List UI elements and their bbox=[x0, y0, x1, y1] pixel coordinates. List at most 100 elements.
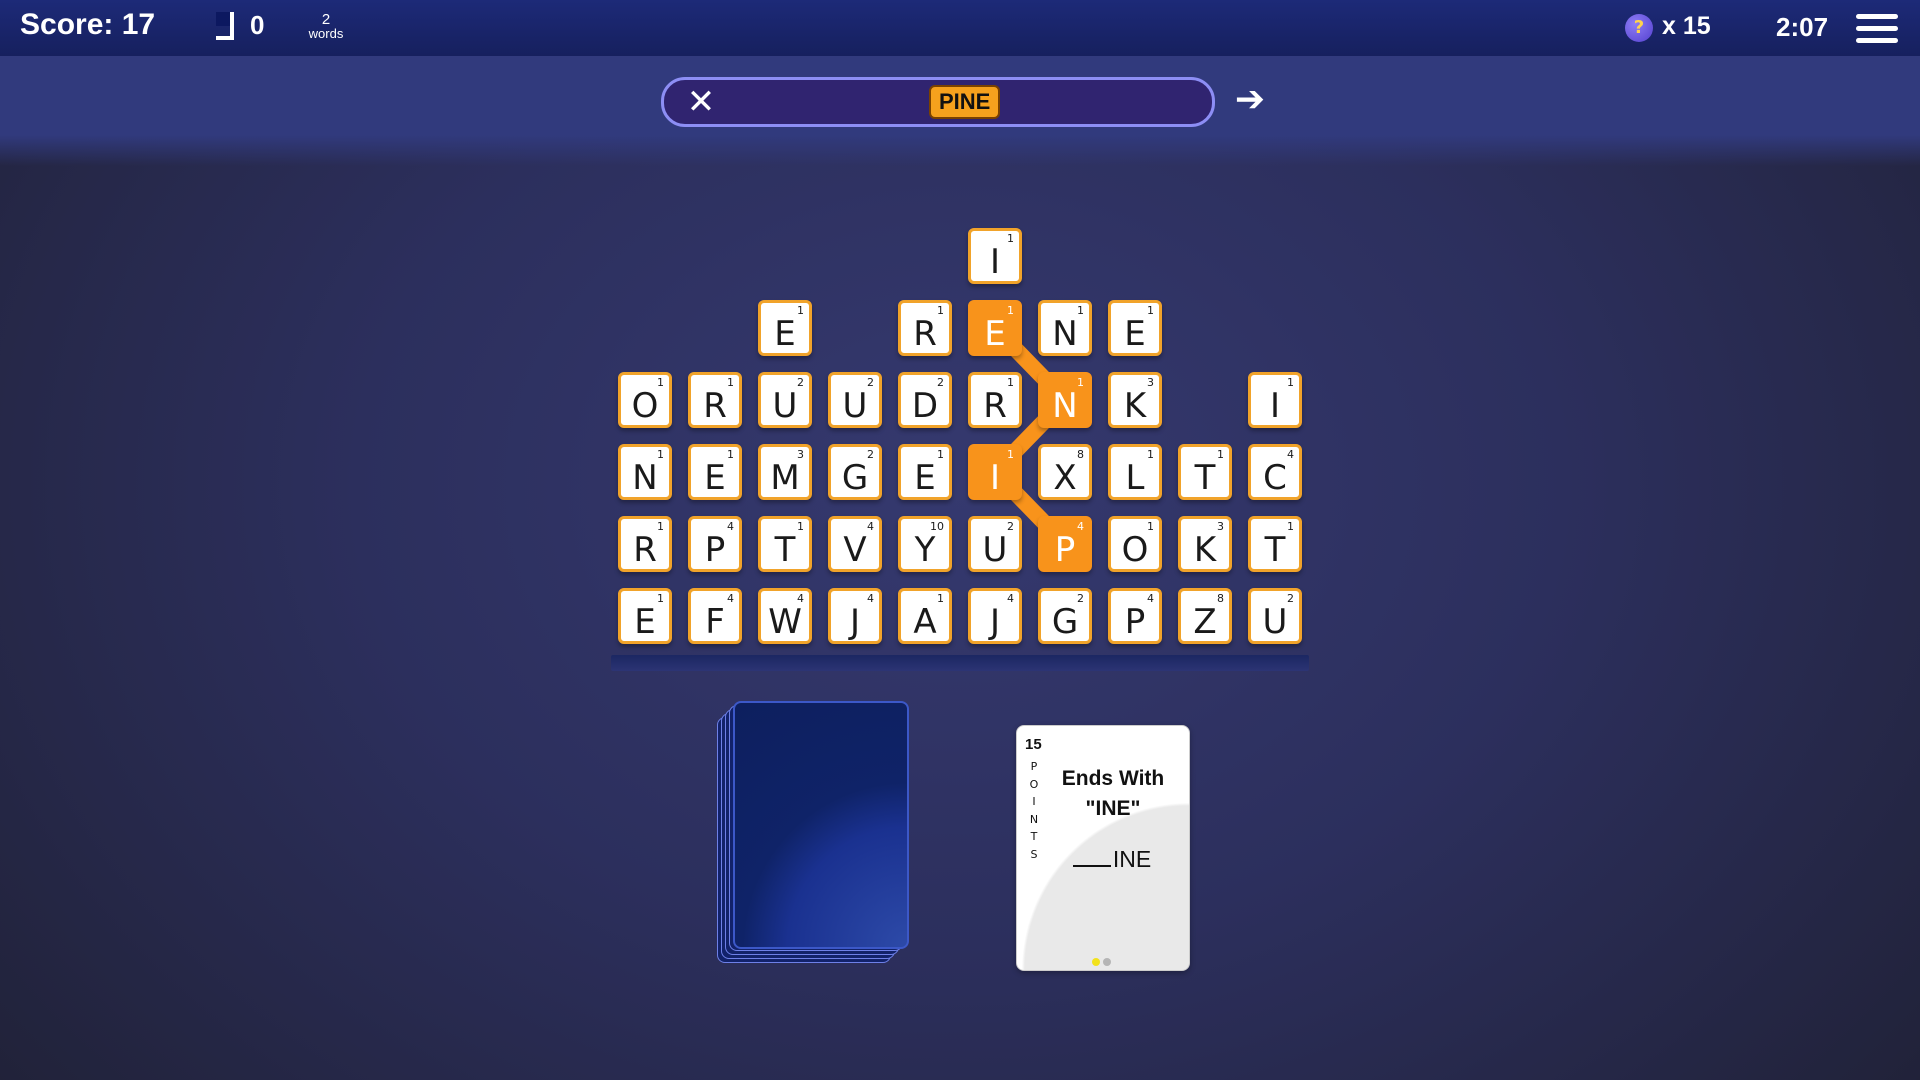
letter-tile-i[interactable]: I1 bbox=[968, 228, 1022, 284]
tile-points: 1 bbox=[1287, 376, 1294, 389]
letter-tile-e[interactable]: E1 bbox=[688, 444, 742, 500]
letter-tile-u[interactable]: U2 bbox=[1248, 588, 1302, 644]
letter-tile-d[interactable]: D2 bbox=[898, 372, 952, 428]
letter-tile-e[interactable]: E1 bbox=[758, 300, 812, 356]
letter-tile-z[interactable]: Z8 bbox=[1178, 588, 1232, 644]
tile-points: 2 bbox=[937, 376, 944, 389]
letter-tile-k[interactable]: K3 bbox=[1108, 372, 1162, 428]
letter-tile-g[interactable]: G2 bbox=[1038, 588, 1092, 644]
tile-points: 1 bbox=[937, 592, 944, 605]
tile-points: 8 bbox=[1077, 448, 1084, 461]
pattern-blank bbox=[1072, 847, 1111, 867]
letter-tile-p[interactable]: P4 bbox=[688, 516, 742, 572]
letter-tile-e[interactable]: E1 bbox=[1108, 300, 1162, 356]
timer: 2:07 bbox=[1776, 12, 1829, 42]
tile-points: 1 bbox=[657, 592, 664, 605]
hamburger-menu-icon[interactable] bbox=[1856, 14, 1898, 44]
close-icon[interactable]: ✕ bbox=[683, 84, 719, 120]
tile-points: 4 bbox=[867, 520, 874, 533]
hint-count: x 15 bbox=[1662, 12, 1711, 40]
tile-points: 4 bbox=[1007, 592, 1014, 605]
tile-points: 1 bbox=[1147, 304, 1154, 317]
tile-letter: V bbox=[843, 530, 867, 570]
tile-points: 4 bbox=[867, 592, 874, 605]
tile-letter: T bbox=[774, 530, 796, 570]
tile-letter: T bbox=[1194, 458, 1216, 498]
words-label: words bbox=[308, 26, 344, 41]
letter-tile-e[interactable]: E1 bbox=[618, 588, 672, 644]
tile-points: 1 bbox=[1007, 376, 1014, 389]
letter-tile-p[interactable]: P4 bbox=[1108, 588, 1162, 644]
letter-tile-n[interactable]: N1 bbox=[618, 444, 672, 500]
letter-tile-o[interactable]: O1 bbox=[1108, 516, 1162, 572]
tile-letter: F bbox=[705, 602, 725, 642]
letter-tile-x[interactable]: X8 bbox=[1038, 444, 1092, 500]
tile-letter: Y bbox=[914, 530, 936, 570]
letter-tile-u[interactable]: U2 bbox=[968, 516, 1022, 572]
letter-tile-g[interactable]: G2 bbox=[828, 444, 882, 500]
letter-tile-v[interactable]: V4 bbox=[828, 516, 882, 572]
letter-tile-t[interactable]: T1 bbox=[1178, 444, 1232, 500]
tile-points: 1 bbox=[937, 304, 944, 317]
tile-letter: P bbox=[704, 530, 726, 570]
letter-tile-f[interactable]: F4 bbox=[688, 588, 742, 644]
tile-letter: T bbox=[1264, 530, 1286, 570]
tile-points: 3 bbox=[1217, 520, 1224, 533]
tile-letter: N bbox=[1052, 314, 1078, 354]
tile-points: 1 bbox=[727, 376, 734, 389]
tile-letter: G bbox=[841, 458, 869, 498]
tile-letter: R bbox=[633, 530, 657, 570]
tile-letter: A bbox=[913, 602, 937, 642]
letter-tile-e[interactable]: E1 bbox=[968, 300, 1022, 356]
deck-top-card[interactable] bbox=[733, 701, 909, 949]
letter-tile-u[interactable]: U2 bbox=[828, 372, 882, 428]
tile-points: 1 bbox=[1007, 304, 1014, 317]
letter-tile-j[interactable]: J4 bbox=[968, 588, 1022, 644]
page-dots bbox=[1092, 951, 1114, 970]
letter-tile-a[interactable]: A1 bbox=[898, 588, 952, 644]
letter-tile-r[interactable]: R1 bbox=[688, 372, 742, 428]
letter-tile-k[interactable]: K3 bbox=[1178, 516, 1232, 572]
tile-letter: E bbox=[774, 314, 796, 354]
letter-tile-r[interactable]: R1 bbox=[898, 300, 952, 356]
tile-points: 4 bbox=[727, 592, 734, 605]
words-counter: 2 words bbox=[304, 12, 348, 41]
letter-tile-i[interactable]: I1 bbox=[1248, 372, 1302, 428]
letter-tile-r[interactable]: R1 bbox=[968, 372, 1022, 428]
tile-letter: E bbox=[704, 458, 726, 498]
letter-tile-u[interactable]: U2 bbox=[758, 372, 812, 428]
letter-tile-i[interactable]: I1 bbox=[968, 444, 1022, 500]
letter-tile-j[interactable]: J4 bbox=[828, 588, 882, 644]
letter-tile-o[interactable]: O1 bbox=[618, 372, 672, 428]
tile-points: 4 bbox=[1077, 520, 1084, 533]
tile-points: 1 bbox=[1007, 232, 1014, 245]
bonus-card[interactable]: 15 P O I N T S Ends With "INE" INE bbox=[1016, 725, 1190, 971]
letter-tile-n[interactable]: N1 bbox=[1038, 372, 1092, 428]
letter-tile-n[interactable]: N1 bbox=[1038, 300, 1092, 356]
letter-tile-y[interactable]: Y 10 bbox=[898, 516, 952, 572]
tile-points: 2 bbox=[867, 376, 874, 389]
letter-tile-m[interactable]: M3 bbox=[758, 444, 812, 500]
tile-points: 1 bbox=[1007, 448, 1014, 461]
tile-points: 1 bbox=[1287, 520, 1294, 533]
letter-tile-t[interactable]: T1 bbox=[1248, 516, 1302, 572]
letter-tile-t[interactable]: T1 bbox=[758, 516, 812, 572]
page-dot bbox=[1092, 958, 1100, 966]
page-dot bbox=[1103, 958, 1111, 966]
tile-letter: J bbox=[849, 602, 861, 642]
tile-points: 2 bbox=[867, 448, 874, 461]
tile-letter: E bbox=[634, 602, 656, 642]
tile-letter: I bbox=[1269, 386, 1281, 426]
tile-letter: P bbox=[1124, 602, 1146, 642]
letter-tile-l[interactable]: L1 bbox=[1108, 444, 1162, 500]
tile-letter: G bbox=[1051, 602, 1079, 642]
letter-tile-r[interactable]: R1 bbox=[618, 516, 672, 572]
hint-orb-icon[interactable]: ? bbox=[1625, 14, 1653, 42]
letter-tile-w[interactable]: W4 bbox=[758, 588, 812, 644]
card-deck[interactable] bbox=[715, 701, 909, 969]
arrow-right-icon[interactable]: ➔ bbox=[1230, 80, 1270, 120]
letter-tile-c[interactable]: C4 bbox=[1248, 444, 1302, 500]
letter-tile-e[interactable]: E1 bbox=[898, 444, 952, 500]
letter-tile-p[interactable]: P4 bbox=[1038, 516, 1092, 572]
tile-points: 4 bbox=[1147, 592, 1154, 605]
